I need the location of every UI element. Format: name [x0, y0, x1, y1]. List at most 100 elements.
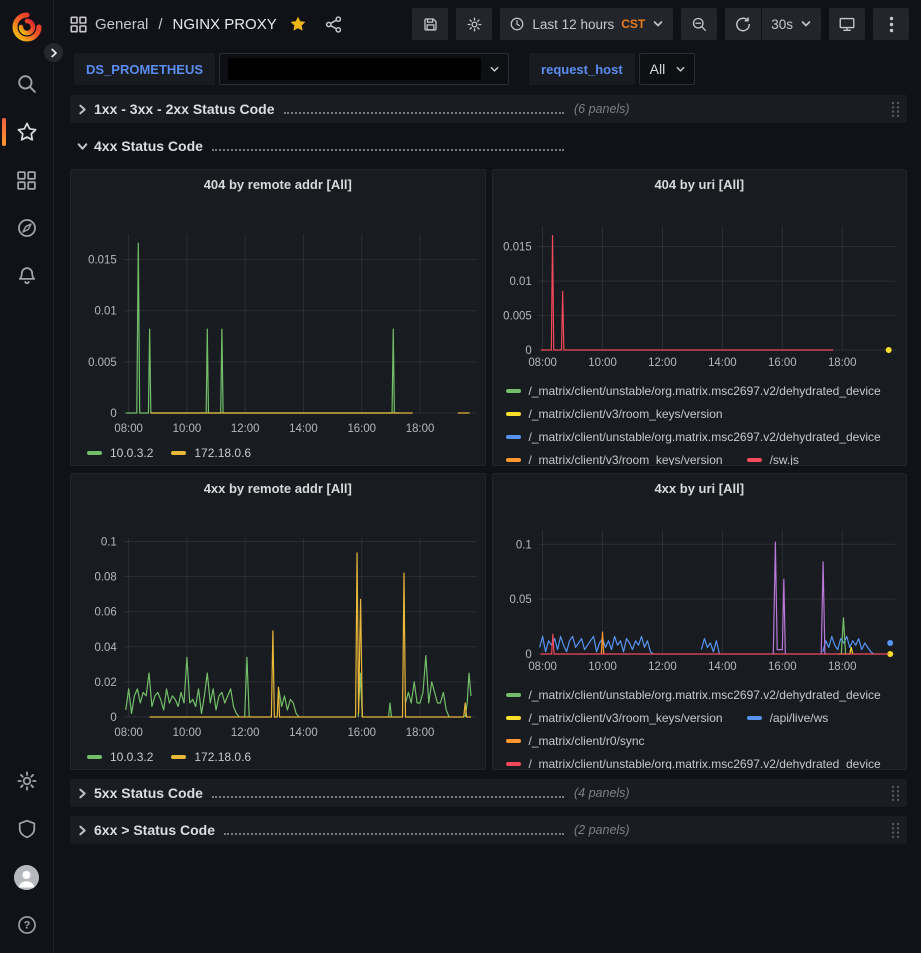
legend-label: 172.18.0.6 [194, 750, 251, 764]
sidebar-item-dashboards[interactable] [0, 156, 54, 204]
dashboard-settings-button[interactable] [456, 8, 492, 40]
legend: /_matrix/client/unstable/org.matrix.msc2… [506, 379, 907, 466]
sidebar-item-explore[interactable] [0, 204, 54, 252]
chevron-down-icon [652, 18, 664, 30]
legend-item[interactable]: 10.0.3.2 [87, 446, 153, 460]
panel-title[interactable]: 4xx by remote addr [All] [71, 474, 485, 502]
legend-swatch [506, 389, 521, 393]
svg-text:14:00: 14:00 [708, 661, 737, 673]
legend-label: 172.18.0.6 [194, 446, 251, 460]
time-series-plot[interactable]: 08:0010:0012:0014:0016:0018:0000.020.040… [71, 502, 485, 746]
time-series-plot[interactable]: 08:0010:0012:0014:0016:0018:0000.0050.01… [71, 198, 485, 442]
legend-item[interactable]: 172.18.0.6 [171, 750, 251, 764]
svg-text:0.06: 0.06 [94, 607, 116, 619]
legend-label: /api/live/ws [770, 711, 829, 725]
row-header-5xx[interactable]: 5xx Status Code (4 panels) [70, 779, 907, 807]
legend-item[interactable]: /_matrix/client/unstable/org.matrix.msc2… [506, 688, 881, 702]
svg-text:0: 0 [525, 649, 531, 661]
row-header-4xx[interactable]: 4xx Status Code [70, 132, 907, 160]
sidebar-item-settings[interactable] [0, 757, 54, 805]
legend-item[interactable]: /_matrix/client/v3/room_keys/version [506, 711, 723, 725]
kebab-menu-button[interactable] [873, 8, 909, 40]
drag-handle-icon[interactable] [890, 821, 901, 839]
legend-item[interactable]: /_matrix/client/unstable/org.matrix.msc2… [506, 757, 881, 771]
sidebar-item-alerting[interactable] [0, 252, 54, 300]
dotted-leader [212, 149, 564, 151]
shield-icon [16, 818, 38, 840]
chevron-down-icon [74, 141, 90, 152]
variable-value-dropdown[interactable]: All [639, 53, 696, 85]
sidebar-item-starred[interactable] [0, 108, 54, 156]
legend-label: /sw.js [770, 453, 799, 467]
time-series-plot[interactable]: 08:0010:0012:0014:0016:0018:0000.0050.01… [493, 198, 907, 374]
svg-text:0.01: 0.01 [509, 276, 531, 288]
panel-grid: 404 by remote addr [All] 08:0010:0012:00… [70, 169, 907, 770]
variable-value-dropdown[interactable] [219, 53, 509, 85]
grafana-logo[interactable] [12, 12, 42, 42]
panel-title[interactable]: 4xx by uri [All] [493, 474, 907, 502]
legend-swatch [506, 762, 521, 766]
svg-text:14:00: 14:00 [708, 357, 737, 369]
breadcrumb-section[interactable]: General [95, 16, 148, 33]
chart-area[interactable]: 08:0010:0012:0014:0016:0018:0000.020.040… [71, 502, 485, 769]
legend: 10.0.3.2 172.18.0.6 [87, 750, 485, 764]
variable-label: request_host [529, 53, 635, 85]
svg-text:0.05: 0.05 [509, 594, 531, 606]
legend-swatch [506, 458, 521, 462]
svg-text:16:00: 16:00 [768, 661, 797, 673]
legend-label: /_matrix/client/r0/sync [529, 734, 645, 748]
search-icon [16, 73, 38, 95]
sidebar-item-help[interactable]: ? [0, 901, 54, 949]
svg-text:0.08: 0.08 [94, 572, 116, 584]
svg-text:18:00: 18:00 [827, 357, 856, 369]
svg-text:08:00: 08:00 [528, 661, 557, 673]
chart-area[interactable]: 08:0010:0012:0014:0016:0018:0000.0050.01… [493, 198, 907, 465]
svg-text:08:00: 08:00 [114, 423, 143, 435]
legend-item[interactable]: /_matrix/client/unstable/org.matrix.msc2… [506, 384, 881, 398]
legend-item[interactable]: /sw.js [747, 453, 799, 467]
row-panel-count: (6 panels) [574, 102, 630, 116]
legend-label: /_matrix/client/unstable/org.matrix.msc2… [529, 430, 881, 444]
svg-text:08:00: 08:00 [528, 357, 557, 369]
sidebar-item-server-admin[interactable] [0, 805, 54, 853]
legend: 10.0.3.2 172.18.0.6 [87, 446, 485, 460]
time-series-plot[interactable]: 08:0010:0012:0014:0016:0018:0000.050.1 [493, 502, 907, 678]
row-header-6xx[interactable]: 6xx > Status Code (2 panels) [70, 816, 907, 844]
legend-item[interactable]: /_matrix/client/v3/room_keys/version [506, 407, 723, 421]
cycle-view-mode-button[interactable] [829, 8, 865, 40]
breadcrumb: General / NGINX PROXY [70, 15, 342, 33]
legend-item[interactable]: 172.18.0.6 [171, 446, 251, 460]
time-range-picker[interactable]: Last 12 hours CST [500, 8, 673, 40]
svg-text:16:00: 16:00 [347, 727, 376, 739]
chart-area[interactable]: 08:0010:0012:0014:0016:0018:0000.050.1/_… [493, 502, 907, 769]
sidebar-item-profile[interactable] [0, 853, 54, 901]
apps-grid-icon[interactable] [70, 16, 87, 33]
row-title: 6xx > Status Code [94, 822, 215, 838]
sidebar-item-search[interactable] [0, 60, 54, 108]
refresh-interval-dropdown[interactable]: 30s [762, 8, 821, 40]
row-title: 5xx Status Code [94, 785, 203, 801]
legend-item[interactable]: /_matrix/client/v3/room_keys/version [506, 453, 723, 467]
save-dashboard-button[interactable] [412, 8, 448, 40]
svg-text:0.02: 0.02 [94, 677, 116, 689]
share-icon[interactable] [325, 16, 342, 33]
favorite-star-icon[interactable] [289, 15, 307, 33]
svg-text:10:00: 10:00 [588, 357, 617, 369]
chevron-down-icon [800, 18, 812, 30]
svg-text:10:00: 10:00 [173, 727, 202, 739]
avatar [14, 865, 39, 890]
row-header-1xx-3xx-2xx[interactable]: 1xx - 3xx - 2xx Status Code (6 panels) [70, 95, 907, 123]
legend-item[interactable]: 10.0.3.2 [87, 750, 153, 764]
legend-label: 10.0.3.2 [110, 750, 153, 764]
panel-title[interactable]: 404 by remote addr [All] [71, 170, 485, 198]
legend-swatch [506, 435, 521, 439]
zoom-out-time-button[interactable] [681, 8, 717, 40]
refresh-button[interactable] [725, 8, 761, 40]
legend-item[interactable]: /api/live/ws [747, 711, 829, 725]
legend-item[interactable]: /_matrix/client/r0/sync [506, 734, 645, 748]
drag-handle-icon[interactable] [890, 100, 901, 118]
chart-area[interactable]: 08:0010:0012:0014:0016:0018:0000.0050.01… [71, 198, 485, 465]
legend-item[interactable]: /_matrix/client/unstable/org.matrix.msc2… [506, 430, 881, 444]
drag-handle-icon[interactable] [890, 784, 901, 802]
panel-title[interactable]: 404 by uri [All] [493, 170, 907, 198]
